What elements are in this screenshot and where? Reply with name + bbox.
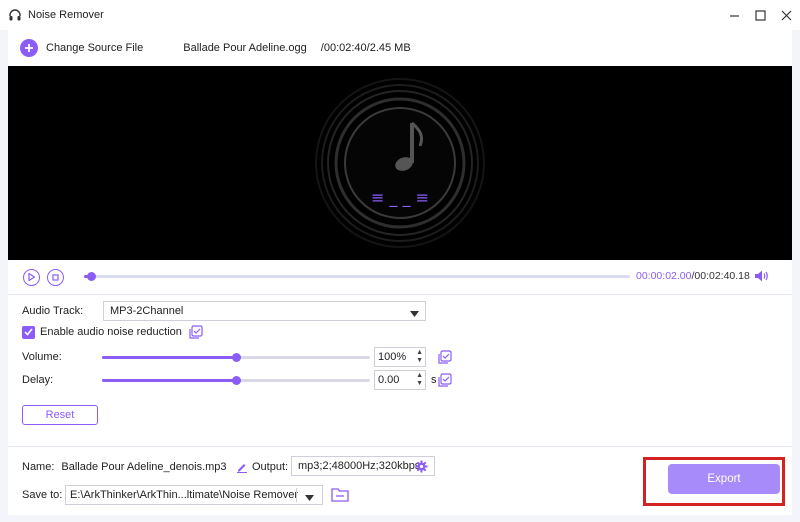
output-label: Output: [252,461,289,473]
source-file-meta: /00:02:40/2.45 MB [320,42,411,54]
source-toolbar: Change Source File Ballade Pour Adeline.… [8,30,792,66]
delay-value: 0.00 [378,374,400,386]
stepper-arrows-icon[interactable]: ▲ ▼ [416,372,423,388]
noise-reduction-label[interactable]: Enable audio noise reduction [40,326,182,338]
progress-handle[interactable] [86,272,96,281]
audio-track-row: Audio Track: [22,305,83,317]
volume-icon[interactable] [754,269,769,286]
plus-icon [25,44,33,52]
divider [296,488,297,502]
folder-icon[interactable] [331,487,349,502]
audio-track-value: MP3-2Channel [110,305,184,317]
volume-slider[interactable] [102,353,370,362]
chevron-down-icon[interactable] [305,492,314,504]
output-row: Output: [252,461,288,473]
close-button[interactable] [774,0,798,30]
volume-value: 100% [378,351,407,363]
output-settings-field[interactable]: mp3;2;48000Hz;320kbps [291,456,435,476]
delay-apply-all-icon[interactable] [438,373,452,387]
delay-slider[interactable] [102,376,370,385]
waveform-indicator: ≡ _ _ ≡ [371,188,429,208]
delay-stepper[interactable]: 0.00 ▲ ▼ [374,370,426,390]
playback-controls: 00:00:02.00/00:02:40.18 [8,260,792,294]
volume-slider-handle[interactable] [232,353,241,362]
save-to-label: Save to: [22,489,63,501]
main-panel: Change Source File Ballade Pour Adeline.… [8,30,792,515]
play-button[interactable] [23,268,40,286]
volume-label: Volume: [22,351,62,363]
maximize-button[interactable] [748,0,772,30]
output-format-value: mp3;2;48000Hz;320kbps [298,460,421,472]
progress-bar[interactable] [84,272,630,281]
chevron-down-icon [410,308,419,320]
delay-unit: s [431,374,437,386]
stepper-arrows-icon[interactable]: ▲ ▼ [416,349,423,365]
apply-all-icon[interactable] [189,325,203,339]
delay-label: Delay: [22,374,54,386]
delay-row: Delay: [22,374,53,386]
delay-slider-handle[interactable] [232,376,241,385]
delay-slider-fill [102,379,236,382]
edit-name-icon[interactable] [236,461,248,473]
export-highlight-box [643,457,785,506]
save-to-row: Save to: [22,489,62,501]
save-path-value: E:\ArkThinker\ArkThin...ltimate\Noise Re… [70,489,299,501]
minimize-icon [729,14,739,17]
title-bar: Noise Remover [0,0,800,30]
maximize-icon [754,9,766,21]
stop-icon [52,273,59,281]
headphones-icon [8,8,22,22]
add-source-button[interactable] [20,39,38,57]
volume-stepper[interactable]: 100% ▲ ▼ [374,347,426,367]
close-icon [781,10,791,20]
volume-apply-all-icon[interactable] [438,350,452,364]
volume-row: Volume: [22,351,62,363]
audio-track-select[interactable]: MP3-2Channel [103,301,426,321]
output-file-name: Ballade Pour Adeline_denois.mp3 [61,461,227,473]
name-label: Name: [22,461,55,473]
name-row: Name: Ballade Pour Adeline_denois.mp3 [22,461,248,473]
audio-preview-area: ≡ _ _ ≡ [8,66,792,260]
play-icon [28,273,35,281]
checkmark-icon [24,328,33,336]
divider [8,446,792,447]
minimize-button[interactable] [722,0,746,30]
change-source-link[interactable]: Change Source File [46,42,143,54]
reset-button[interactable]: Reset [22,405,98,425]
stop-button[interactable] [47,268,64,286]
volume-slider-fill [102,356,236,359]
window-title: Noise Remover [28,9,104,21]
audio-track-label: Audio Track: [22,305,84,317]
noise-reduction-row: Enable audio noise reduction [22,325,203,339]
time-display: 00:00:02.00/00:02:40.18 [636,270,750,282]
noise-reduction-checkbox[interactable] [22,325,35,339]
divider [8,294,792,295]
gear-icon[interactable] [415,460,428,473]
save-path-select[interactable]: E:\ArkThinker\ArkThin...ltimate\Noise Re… [65,485,323,505]
source-file-name: Ballade Pour Adeline.ogg [183,42,307,54]
total-time: /00:02:40.18 [691,270,750,282]
current-time: 00:00:02.00 [636,270,692,282]
music-disc-icon: ≡ _ _ ≡ [315,78,485,248]
